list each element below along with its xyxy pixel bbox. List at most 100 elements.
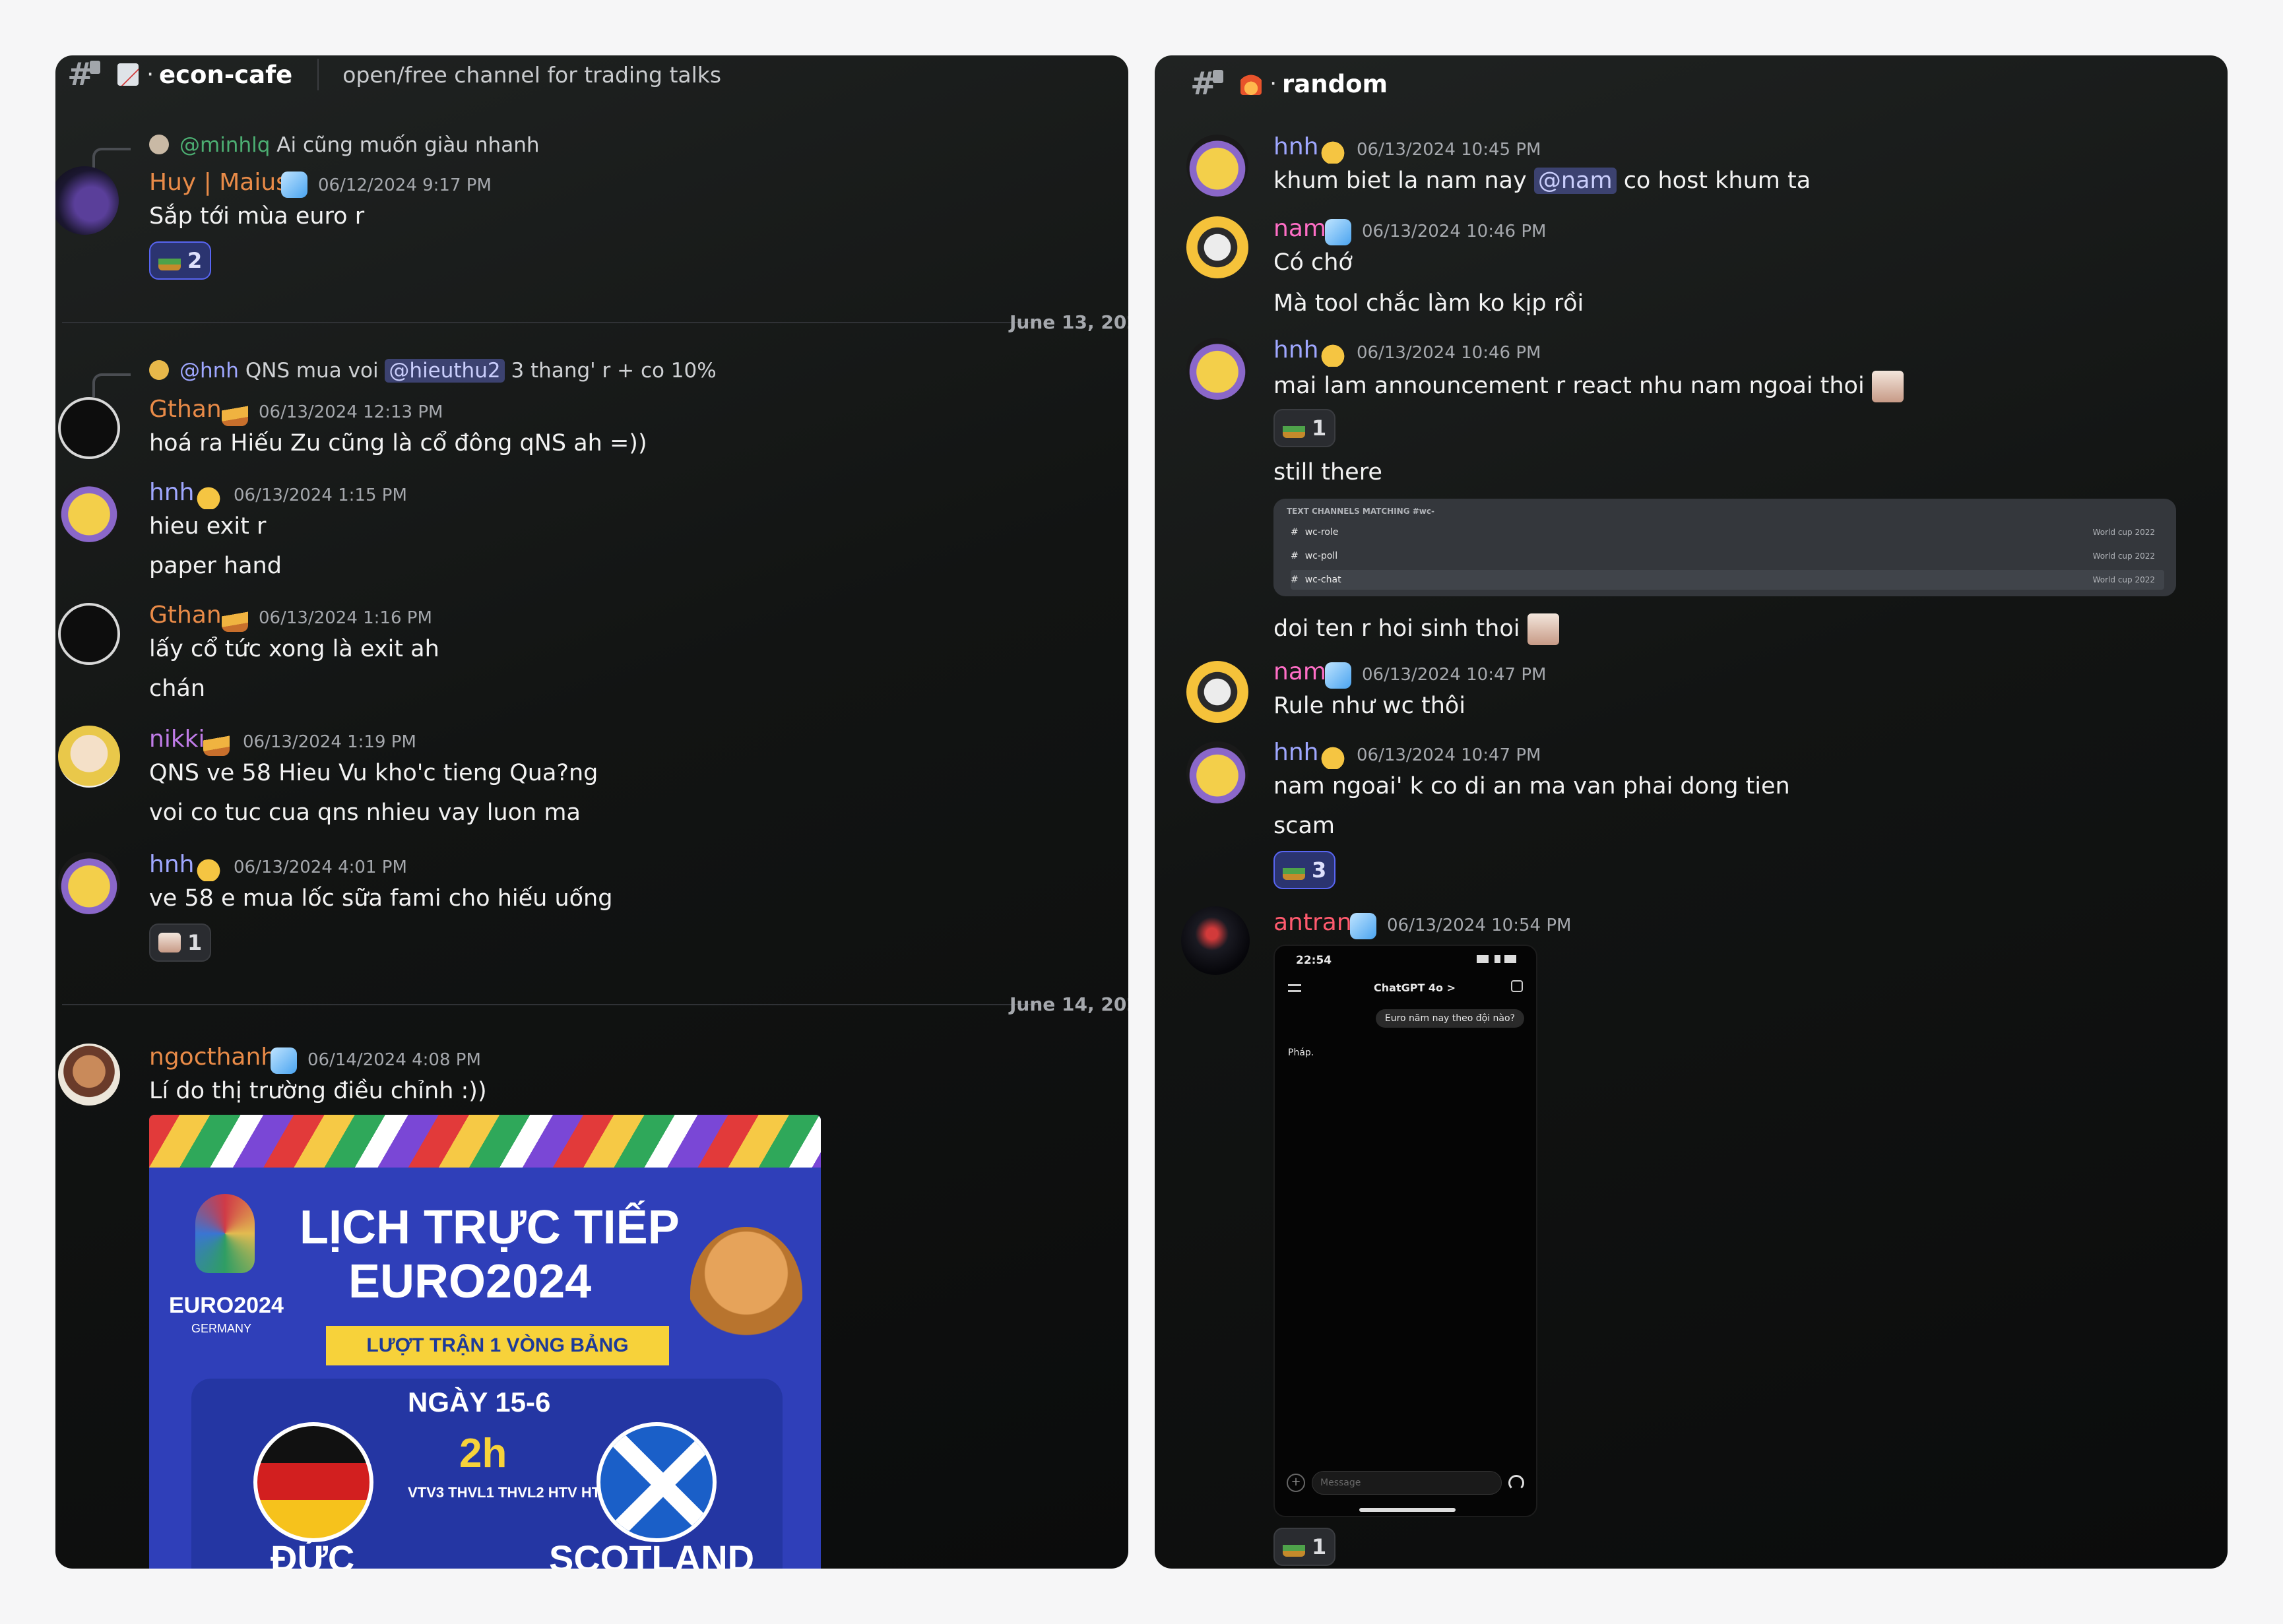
team-home: ĐỨC <box>271 1538 355 1569</box>
timestamp: 06/13/2024 4:01 PM <box>234 858 407 877</box>
date-divider: June 13, 2024 <box>1010 311 1128 333</box>
message-input: Message <box>1312 1471 1502 1495</box>
user-avatar[interactable] <box>1181 906 1250 975</box>
reaction-button[interactable]: 1 <box>1273 1528 1336 1566</box>
hash-icon: # <box>1291 551 1299 561</box>
username[interactable]: hnh <box>1273 133 1318 160</box>
image-subtitle: EURO2024 <box>348 1255 592 1308</box>
ice-cube-badge-icon <box>1325 219 1351 245</box>
user-mention: @hieuthu2 <box>385 359 505 383</box>
status-icons <box>1477 955 1516 963</box>
channel-search-screenshot[interactable]: TEXT CHANNELS MATCHING #wc- # wc-role Worl… <box>1273 499 2176 596</box>
image-title: LỊCH TRỰC TIẾP <box>300 1201 680 1254</box>
user-avatar[interactable] <box>58 1044 120 1106</box>
message-text: Có chớ <box>1273 249 1353 276</box>
reply-preview[interactable]: @hnh QNS mua voi @hieuthu2 3 thang' r + … <box>179 359 717 383</box>
username[interactable]: hnh <box>1273 336 1318 363</box>
username[interactable]: Gthan <box>149 602 222 629</box>
boat-emoji-icon <box>158 251 181 270</box>
user-avatar[interactable] <box>55 166 119 235</box>
germany-flag-icon <box>253 1422 373 1542</box>
message-text: Rule như wc thôi <box>1273 693 1466 719</box>
menu-icon <box>1288 984 1301 992</box>
search-header: TEXT CHANNELS MATCHING #wc- <box>1287 507 1434 516</box>
username[interactable]: ngocthanh <box>149 1044 276 1071</box>
composer: + Message <box>1287 1470 1524 1496</box>
channel-topic[interactable]: open/free channel for trading talks <box>342 62 721 88</box>
message-text: hoá ra Hiếu Zu cũng là cổ đông qNS ah =)… <box>149 430 647 456</box>
round-banner: LƯỢT TRẬN 1 VÒNG BẢNG <box>326 1326 669 1365</box>
pikachu-badge-icon <box>195 855 222 881</box>
reply-preview[interactable]: @minhlq Ai cũng muốn giàu nhanh <box>179 133 540 157</box>
user-avatar[interactable] <box>1186 216 1248 278</box>
reaction-button[interactable]: 1 <box>1273 409 1336 447</box>
pikachu-badge-icon <box>1320 137 1346 164</box>
chart-emoji-icon <box>117 63 139 86</box>
user-question: Euro năm nay theo đội nào? <box>1375 1009 1524 1028</box>
user-avatar[interactable] <box>58 603 120 665</box>
message-text: hieu exit r <box>149 513 267 540</box>
date-divider: June 14, 2024 <box>1010 993 1128 1015</box>
timestamp: 06/13/2024 10:47 PM <box>1357 745 1541 765</box>
user-avatar[interactable] <box>58 480 120 542</box>
user-avatar[interactable] <box>1186 135 1248 197</box>
hash-icon: # <box>1291 575 1299 585</box>
cake-badge-icon <box>222 400 248 426</box>
pepe-emoji-icon <box>1283 418 1305 438</box>
hash-icon: # <box>1291 527 1299 538</box>
user-avatar[interactable] <box>1186 338 1248 400</box>
username[interactable]: Gthan <box>149 396 222 423</box>
username[interactable]: Huy | Maius <box>149 169 288 196</box>
mascot-bear <box>690 1227 802 1359</box>
timestamp: 06/12/2024 9:17 PM <box>318 175 492 195</box>
face-emoji-icon <box>158 933 181 953</box>
pepe-emoji-icon <box>1283 1537 1305 1557</box>
lock-icon <box>1213 70 1224 83</box>
team-away: SCOTLAND <box>549 1538 755 1569</box>
old-man-emoji-icon <box>1527 613 1559 645</box>
message-text: ve 58 e mua lốc sữa fami cho hiếu uống <box>149 885 613 912</box>
channel-name[interactable]: random <box>1282 70 1388 98</box>
ice-cube-badge-icon <box>281 172 307 198</box>
username[interactable]: nam <box>1273 215 1326 242</box>
username[interactable]: nikki <box>149 726 205 753</box>
phone-clock: 22:54 <box>1296 954 1332 967</box>
message-text: scam <box>1273 813 1335 839</box>
username[interactable]: hnh <box>1273 739 1318 766</box>
fire-emoji-icon <box>1240 73 1262 95</box>
username[interactable]: hnh <box>149 479 194 506</box>
channel-name[interactable]: econ-cafe <box>159 61 292 89</box>
channel-header: # · econ-cafe open/free channel for trad… <box>67 56 722 93</box>
user-avatar[interactable] <box>1186 741 1248 803</box>
username[interactable]: hnh <box>149 851 194 878</box>
match-day: NGÀY 15-6 <box>408 1387 551 1418</box>
username[interactable]: nam <box>1273 658 1326 685</box>
date-divider-line <box>62 322 1039 323</box>
username[interactable]: antran <box>1273 909 1352 936</box>
plus-icon: + <box>1287 1474 1305 1492</box>
timestamp: 06/13/2024 10:45 PM <box>1357 140 1541 160</box>
user-avatar[interactable] <box>58 852 120 914</box>
reaction-button[interactable]: 1 <box>149 923 212 962</box>
chatgpt-phone-screenshot[interactable]: 22:54 ChatGPT 4o > Euro năm nay theo đội… <box>1273 945 1537 1517</box>
timestamp: 06/13/2024 10:47 PM <box>1362 665 1547 685</box>
user-avatar[interactable] <box>58 726 120 788</box>
ice-cube-badge-icon <box>271 1047 297 1074</box>
message-text: paper hand <box>149 553 282 579</box>
reaction-button[interactable]: 2 <box>149 241 212 280</box>
user-avatar[interactable] <box>58 397 120 459</box>
euro-schedule-image[interactable]: EURO2024 GERMANY LỊCH TRỰC TIẾP EURO2024… <box>149 1115 821 1569</box>
user-mention[interactable]: @nam <box>1533 168 1617 194</box>
trophy-icon <box>195 1194 255 1273</box>
headphones-icon <box>1508 1475 1524 1491</box>
search-result-row: # wc-chat World cup 2022 <box>1291 570 2164 590</box>
econ-cafe-panel: # · econ-cafe open/free channel for trad… <box>55 55 1128 1569</box>
reaction-button[interactable]: 3 <box>1273 851 1336 889</box>
ice-cube-badge-icon <box>1350 913 1376 939</box>
message-text: chán <box>149 675 206 702</box>
search-result-row: # wc-role World cup 2022 <box>1291 527 2155 538</box>
scam-pepe-emoji-icon <box>1283 860 1305 880</box>
timestamp: 06/13/2024 12:13 PM <box>259 402 443 422</box>
user-avatar[interactable] <box>1186 661 1248 723</box>
cake-badge-icon <box>222 606 248 632</box>
